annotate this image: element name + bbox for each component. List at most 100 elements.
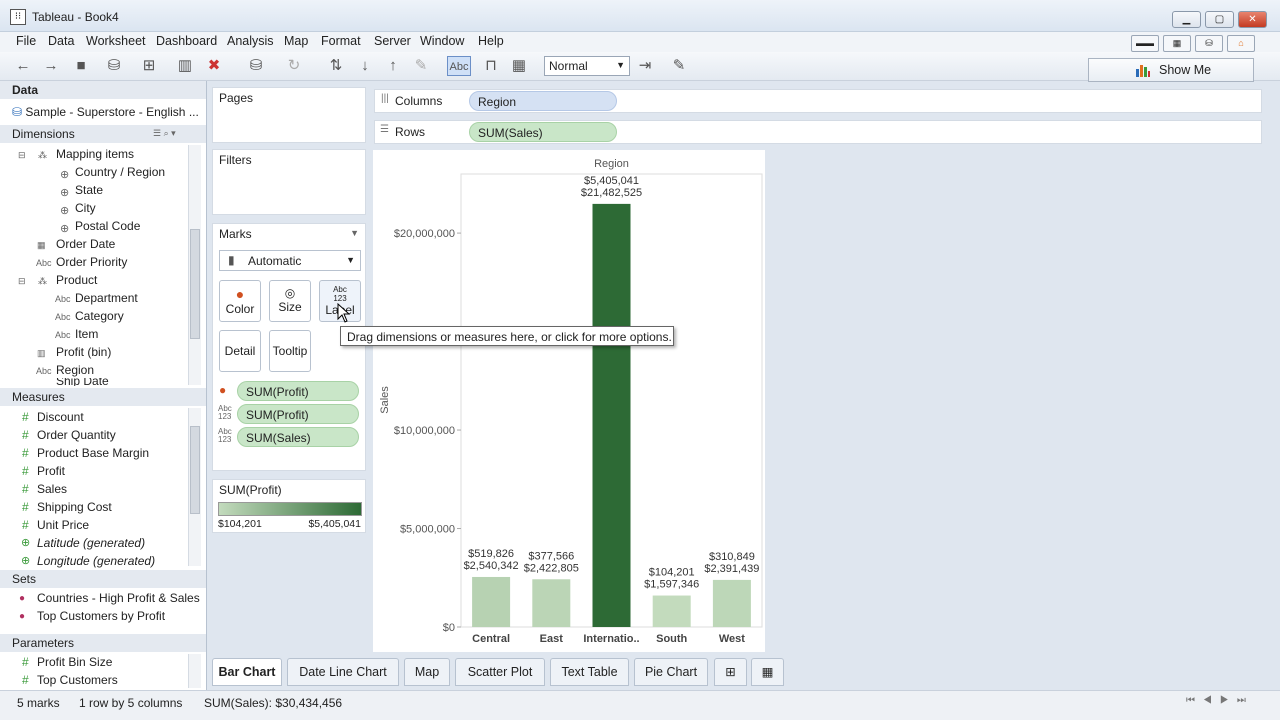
measures-scrollbar[interactable] <box>188 408 201 566</box>
tab-bar-chart[interactable]: Bar Chart <box>212 658 282 686</box>
new-worksheet-icon[interactable]: ⊞ <box>714 658 747 686</box>
tab-scatter-plot[interactable]: Scatter Plot <box>455 658 545 686</box>
bar-chart[interactable]: Region Sales $0 $5,000,000 $10,000,000 $20,00… <box>373 150 765 652</box>
fix-axes-icon[interactable]: ⇥ <box>634 56 656 76</box>
measure-item[interactable]: Sales <box>37 482 67 496</box>
chevron-down-icon[interactable]: ▼ <box>350 228 359 238</box>
parameter-item[interactable]: Profit Bin Size <box>37 655 112 669</box>
menu-data[interactable]: Data <box>48 34 74 48</box>
annotate-icon[interactable]: ✎ <box>668 56 690 76</box>
marks-pill[interactable]: SUM(Profit) <box>237 381 359 401</box>
marks-pill[interactable]: SUM(Sales) <box>237 427 359 447</box>
show-labels-icon[interactable]: Abc <box>447 56 471 76</box>
dimension-item[interactable]: Product <box>56 273 97 287</box>
sheet-nav-icon[interactable]: ⏮◀▶⏭ <box>1186 695 1254 706</box>
menu-worksheet[interactable]: Worksheet <box>86 34 146 48</box>
highlight-icon[interactable]: ✎ <box>410 56 432 76</box>
color-legend[interactable]: SUM(Profit) $104,201 $5,405,041 <box>212 479 366 533</box>
measure-item[interactable]: Latitude (generated) <box>37 536 145 550</box>
menu-dashboard[interactable]: Dashboard <box>156 34 217 48</box>
measure-item[interactable]: Longitude (generated) <box>37 554 155 568</box>
pause-updates-icon[interactable]: ⛁ <box>245 56 267 76</box>
dimension-item[interactable]: State <box>75 183 103 197</box>
sort-ascending-icon[interactable]: ↓ <box>354 56 376 76</box>
filters-card[interactable]: Filters <box>212 149 366 215</box>
measure-item[interactable]: Order Quantity <box>37 428 116 442</box>
undo-icon[interactable]: ← <box>12 56 34 76</box>
minimize-button[interactable]: ▁ <box>1172 11 1201 28</box>
dimensions-scrollbar[interactable] <box>188 145 201 385</box>
duplicate-sheet-icon[interactable]: ▥ <box>174 56 196 76</box>
scroll-thumb[interactable] <box>190 426 200 514</box>
size-button[interactable]: ◎ Size <box>269 280 311 322</box>
mark-type-select[interactable]: ▮ Automatic ▼ <box>219 250 361 271</box>
dimension-item[interactable]: Profit (bin) <box>56 345 111 359</box>
presentation-icon[interactable]: ▬▬ <box>1131 35 1159 52</box>
dimension-item[interactable]: Postal Code <box>75 219 140 233</box>
sort-descending-icon[interactable]: ↑ <box>382 56 404 76</box>
dimension-item[interactable]: Order Priority <box>56 255 127 269</box>
show-me-button[interactable]: Show Me <box>1088 58 1254 82</box>
parameters-scrollbar[interactable] <box>188 654 201 688</box>
parameter-item[interactable]: Top Customers <box>37 673 118 687</box>
dimension-item[interactable]: Country / Region <box>75 165 165 179</box>
data-source-icon[interactable]: ⛁ <box>1195 35 1223 52</box>
measure-item[interactable]: Product Base Margin <box>37 446 149 460</box>
close-button[interactable]: ✕ <box>1238 11 1267 28</box>
dimension-tools-icon[interactable]: ☰ ⌕ ▾ <box>153 128 176 139</box>
new-sheet-icon[interactable]: ⊞ <box>138 56 160 76</box>
database-icon[interactable]: ⛁ <box>103 56 125 76</box>
dimension-item[interactable]: Ship Date <box>56 378 109 386</box>
home-icon[interactable]: ⌂ <box>1227 35 1255 52</box>
tab-text-table[interactable]: Text Table <box>550 658 629 686</box>
measure-item[interactable]: Shipping Cost <box>37 500 112 514</box>
menu-map[interactable]: Map <box>284 34 308 48</box>
columns-pill[interactable]: Region <box>469 91 617 111</box>
collapse-icon[interactable]: ⊟ <box>18 150 26 161</box>
menu-analysis[interactable]: Analysis <box>227 34 274 48</box>
refresh-icon[interactable]: ↻ <box>283 56 305 76</box>
rows-pill[interactable]: SUM(Sales) <box>469 122 617 142</box>
dimension-item[interactable]: City <box>75 201 96 215</box>
clear-sheet-icon[interactable]: ✖ <box>203 56 225 76</box>
set-item[interactable]: Countries - High Profit & Sales <box>37 591 200 605</box>
menu-help[interactable]: Help <box>478 34 504 48</box>
detail-button[interactable]: Detail <box>219 330 261 372</box>
dimension-item[interactable]: Item <box>75 327 98 341</box>
menu-format[interactable]: Format <box>321 34 361 48</box>
columns-shelf[interactable]: ||| Columns Region <box>374 89 1262 113</box>
dimension-item[interactable]: Department <box>75 291 138 305</box>
measure-item[interactable]: Unit Price <box>37 518 89 532</box>
measure-item[interactable]: Discount <box>37 410 84 424</box>
set-item[interactable]: Top Customers by Profit <box>37 609 165 623</box>
fit-select[interactable]: Normal ▼ <box>544 56 630 76</box>
sheet-sorter-icon[interactable]: ▦ <box>1163 35 1191 52</box>
swap-icon[interactable]: ⇅ <box>325 56 347 76</box>
new-dashboard-icon[interactable]: ▦ <box>751 658 784 686</box>
tab-map[interactable]: Map <box>404 658 450 686</box>
visualization[interactable]: Region Sales $0 $5,000,000 $10,000,000 $20,00… <box>373 150 765 652</box>
scroll-thumb[interactable] <box>190 229 200 339</box>
menu-server[interactable]: Server <box>374 34 411 48</box>
dimension-item[interactable]: Category <box>75 309 124 323</box>
maximize-button[interactable]: ▢ <box>1205 11 1234 28</box>
marks-pill[interactable]: SUM(Profit) <box>237 404 359 424</box>
save-icon[interactable]: ■ <box>70 56 92 76</box>
tooltip-button[interactable]: Tooltip <box>269 330 311 372</box>
color-button[interactable]: ● Color <box>219 280 261 322</box>
collapse-icon[interactable]: ⊟ <box>18 276 26 287</box>
dimension-item[interactable]: Region <box>56 363 94 377</box>
menu-file[interactable]: File <box>16 34 36 48</box>
presentation-mode-icon[interactable]: ⊓ <box>480 56 502 76</box>
dimension-item[interactable]: Mapping items <box>56 147 134 161</box>
rows-shelf[interactable]: ☰ Rows SUM(Sales) <box>374 120 1262 144</box>
dimension-item[interactable]: Order Date <box>56 237 115 251</box>
tab-pie-chart[interactable]: Pie Chart <box>634 658 708 686</box>
menu-window[interactable]: Window <box>420 34 464 48</box>
tab-date-line-chart[interactable]: Date Line Chart <box>287 658 399 686</box>
pages-card[interactable]: Pages <box>212 87 366 143</box>
fit-icon[interactable]: ▦ <box>508 56 530 76</box>
datasource-item[interactable]: ⛁ Sample - Superstore - English ... <box>12 105 199 119</box>
measure-item[interactable]: Profit <box>37 464 65 478</box>
redo-icon[interactable]: → <box>40 56 62 76</box>
